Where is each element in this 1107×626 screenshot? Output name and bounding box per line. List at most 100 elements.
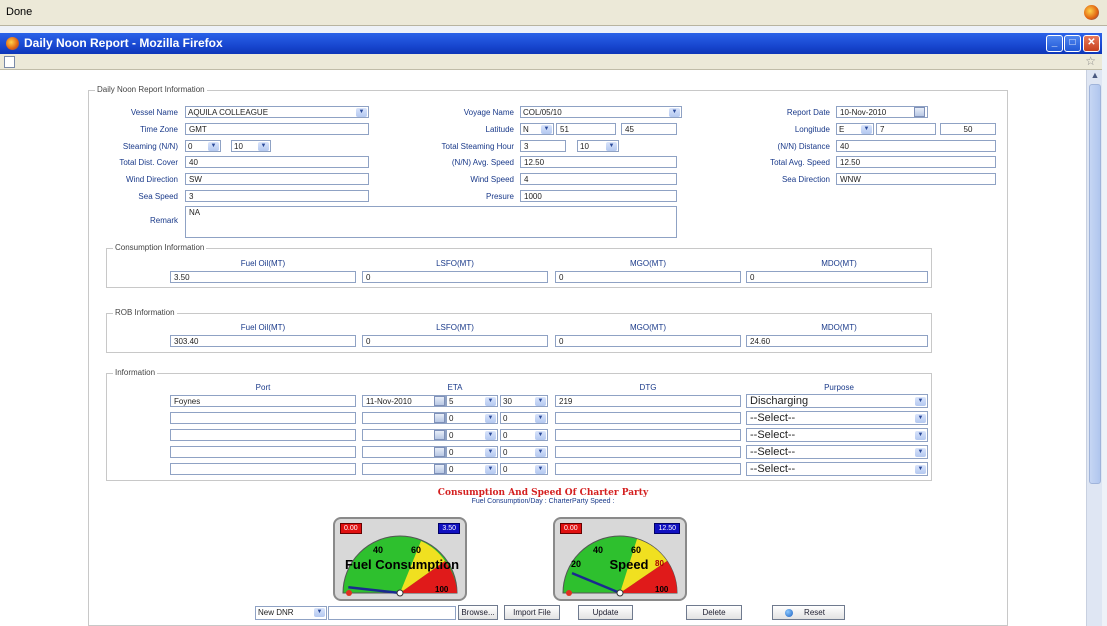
eta-hour-select[interactable]: 5 ▼ [446,395,498,407]
purpose-select[interactable]: --Select-- ▼ [746,411,928,425]
consumption-fuel-oil-input[interactable]: 3.50 [170,271,356,283]
speed-gauge-high: 12.50 [654,523,680,534]
eta-min-select[interactable]: 0 ▼ [500,429,548,441]
dtg-input[interactable] [555,412,741,424]
eta-hour-select[interactable]: 0 ▼ [446,412,498,424]
time-zone-input[interactable]: GMT [185,123,369,135]
nn-distance-input[interactable]: 40 [836,140,996,152]
dtg-input[interactable] [555,446,741,458]
purpose-select[interactable]: --Select-- ▼ [746,462,928,476]
browse-button[interactable]: Browse... [458,605,498,620]
longitude-deg-input[interactable]: 7 [876,123,936,135]
calendar-icon[interactable] [914,107,925,117]
total-steaming-hour-input[interactable]: 3 [520,140,566,152]
calendar-icon[interactable] [434,430,445,440]
latitude-dir-select[interactable]: N ▼ [520,123,554,135]
nn-avg-speed-label: (N/N) Avg. Speed [451,158,514,167]
port-input[interactable] [170,429,356,441]
voyage-name-label: Voyage Name [463,108,514,117]
port-input[interactable] [170,463,356,475]
steaming-min-select[interactable]: 10 ▼ [231,140,271,152]
calendar-icon[interactable] [434,464,445,474]
dtg-input[interactable]: 219 [555,395,741,407]
steaming-hour-select[interactable]: 0 ▼ [185,140,221,152]
voyage-name-select[interactable]: COL/05/10 ▼ [520,106,682,118]
bookmark-star-icon[interactable]: ☆ [1085,54,1096,68]
purpose-select[interactable]: Discharging ▼ [746,394,928,408]
calendar-icon[interactable] [434,396,445,406]
longitude-label: Longitude [794,125,830,134]
fuel-gauge-label: Fuel Consumption [344,557,460,572]
presure-label: Presure [485,192,514,201]
presure-input[interactable]: 1000 [520,190,677,202]
rob-lsfo-input[interactable]: 0 [362,335,548,347]
window-title-bar[interactable]: Daily Noon Report - Mozilla Firefox _ □ … [0,33,1102,54]
firefox-icon[interactable] [1084,5,1099,20]
calendar-icon[interactable] [434,447,445,457]
total-dist-cover-input[interactable]: 40 [185,156,369,168]
wind-speed-input[interactable]: 4 [520,173,677,185]
wind-direction-input[interactable]: SW [185,173,369,185]
chevron-down-icon: ▼ [541,125,552,134]
dtg-input[interactable] [555,463,741,475]
eta-hour-select[interactable]: 0 ▼ [446,463,498,475]
minimize-button[interactable]: _ [1046,35,1063,52]
nn-avg-speed-input[interactable]: 12.50 [520,156,677,168]
eta-min-select[interactable]: 30 ▼ [500,395,548,407]
consumption-mdo-input[interactable]: 0 [746,271,928,283]
update-button[interactable]: Update [578,605,633,620]
consumption-col-mdo: MDO(MT) [821,259,857,268]
rob-col-fuel-oil: Fuel Oil(MT) [240,323,286,332]
port-input[interactable]: Foynes [170,395,356,407]
chevron-down-icon: ▼ [535,448,546,457]
purpose-select[interactable]: --Select-- ▼ [746,445,928,459]
rob-mgo-input[interactable]: 0 [555,335,741,347]
consumption-mgo-input[interactable]: 0 [555,271,741,283]
info-col-port: Port [255,383,271,392]
chevron-down-icon: ▼ [258,142,269,151]
speed-gauge-tick-40: 40 [593,545,604,555]
report-date-label: Report Date [786,108,830,117]
maximize-button[interactable]: □ [1064,35,1081,52]
sea-direction-input[interactable]: WNW [836,173,996,185]
steaming-label: Steaming (N/N) [122,142,178,151]
scroll-thumb[interactable] [1089,84,1101,484]
calendar-icon[interactable] [434,413,445,423]
eta-hour-select[interactable]: 0 ▼ [446,429,498,441]
delete-button[interactable]: Delete [686,605,742,620]
consumption-col-lsfo: LSFO(MT) [436,259,474,268]
sea-speed-input[interactable]: 3 [185,190,369,202]
rob-col-mgo: MGO(MT) [630,323,666,332]
longitude-min-input[interactable]: 50 [940,123,996,135]
import-file-button[interactable]: Import File [504,605,560,620]
vertical-scrollbar[interactable]: ▲ [1086,70,1102,626]
rob-fuel-oil-input[interactable]: 303.40 [170,335,356,347]
scroll-up-icon[interactable]: ▲ [1088,70,1102,84]
latitude-min-input[interactable]: 45 [621,123,677,135]
total-avg-speed-input[interactable]: 12.50 [836,156,996,168]
consumption-lsfo-input[interactable]: 0 [362,271,548,283]
eta-min-select[interactable]: 0 ▼ [500,463,548,475]
charter-title: Consumption And Speed Of Charter Party [437,488,649,498]
latitude-deg-input[interactable]: 51 [556,123,616,135]
file-path-input[interactable] [328,606,456,620]
dtg-input[interactable] [555,429,741,441]
eta-min-select[interactable]: 0 ▼ [500,412,548,424]
close-button[interactable]: ✕ [1083,35,1100,52]
chevron-down-icon: ▼ [208,142,219,151]
rob-mdo-input[interactable]: 24.60 [746,335,928,347]
eta-hour-select[interactable]: 0 ▼ [446,446,498,458]
longitude-dir-select[interactable]: E ▼ [836,123,874,135]
reset-button[interactable]: Reset [772,605,845,620]
port-input[interactable] [170,446,356,458]
port-input[interactable] [170,412,356,424]
remark-textarea[interactable]: NA [185,206,677,238]
information-legend: Information [113,368,158,377]
vessel-name-select[interactable]: AQUILA COLLEAGUE ▼ [185,106,369,118]
total-steaming-min-select[interactable]: 10 ▼ [577,140,619,152]
firefox-app-icon [6,37,19,50]
purpose-select[interactable]: --Select-- ▼ [746,428,928,442]
eta-min-select[interactable]: 0 ▼ [500,446,548,458]
speed-gauge: 0.00 12.50 20 40 60 Speed 80 100 [553,517,687,601]
dnr-select[interactable]: New DNR ▼ [255,606,327,620]
